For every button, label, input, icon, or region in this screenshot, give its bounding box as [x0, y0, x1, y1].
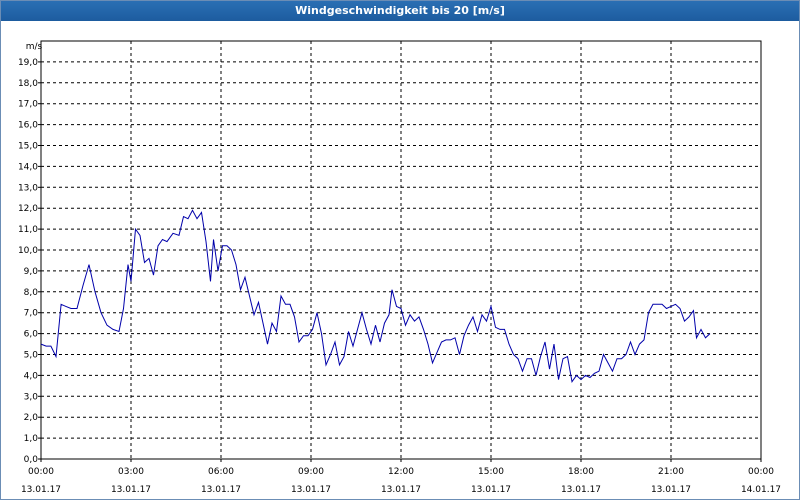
y-tick-label: 6,0 — [24, 330, 39, 340]
x-tick-date-label: 13.01.17 — [21, 485, 61, 495]
chart-title: Windgeschwindigkeit bis 20 [m/s] — [1, 1, 799, 21]
x-tick-time-label: 12:00 — [388, 467, 414, 477]
x-tick-time-label: 00:00 — [748, 467, 774, 477]
x-tick-time-label: 21:00 — [658, 467, 684, 477]
x-tick-date-label: 13.01.17 — [201, 485, 241, 495]
y-tick-label: 9,0 — [24, 267, 39, 277]
x-tick-date-label: 13.01.17 — [381, 485, 421, 495]
x-tick-time-label: 18:00 — [568, 467, 594, 477]
y-tick-label: 17,0 — [18, 100, 38, 110]
grid-lines — [41, 41, 761, 459]
x-tick-time-label: 03:00 — [118, 467, 144, 477]
series-group — [40, 209, 711, 383]
y-tick-label: 10,0 — [18, 246, 38, 256]
x-tick-time-label: 09:00 — [298, 467, 324, 477]
x-axis-ticks: 00:00 13.01.17 03:00 13.01.17 06:00 13.01.17 0… — [21, 459, 781, 495]
wind-speed-series-line — [40, 209, 711, 383]
x-tick-time-label: 15:00 — [478, 467, 504, 477]
x-tick-date-label: 13.01.17 — [471, 485, 511, 495]
x-tick-time-label: 00:00 — [28, 467, 54, 477]
y-tick-label: 3,0 — [24, 392, 39, 402]
y-tick-label: 5,0 — [24, 351, 39, 361]
y-tick-label: 19,0 — [18, 58, 38, 68]
y-axis-unit-label: m/s — [26, 42, 43, 52]
chart-area: m/s 0,0 1,0 2,0 3,0 4,0 5,0 6,0 7,0 8,0 9,0 10,0 11… — [1, 22, 799, 499]
x-tick-date-label: 13.01.17 — [291, 485, 331, 495]
y-tick-label: 11,0 — [18, 225, 38, 235]
x-tick-date-label: 14.01.17 — [741, 485, 781, 495]
y-tick-label: 2,0 — [24, 413, 39, 423]
y-tick-label: 16,0 — [18, 121, 38, 131]
y-tick-label: 14,0 — [18, 162, 38, 172]
chart-window: Windgeschwindigkeit bis 20 [m/s] m/s 0,0… — [0, 0, 800, 500]
x-tick-date-label: 13.01.17 — [651, 485, 691, 495]
y-tick-label: 0,0 — [24, 455, 39, 465]
y-tick-label: 1,0 — [24, 434, 39, 444]
y-tick-label: 18,0 — [18, 79, 38, 89]
y-tick-label: 12,0 — [18, 204, 38, 214]
x-tick-date-label: 13.01.17 — [561, 485, 601, 495]
y-tick-label: 13,0 — [18, 183, 38, 193]
y-tick-label: 4,0 — [24, 371, 39, 381]
wind-speed-chart: m/s 0,0 1,0 2,0 3,0 4,0 5,0 6,0 7,0 8,0 9,0 10,0 11… — [18, 40, 781, 495]
x-tick-time-label: 06:00 — [208, 467, 234, 477]
x-tick-date-label: 13.01.17 — [111, 485, 151, 495]
y-tick-label: 15,0 — [18, 142, 38, 152]
y-tick-label: 7,0 — [24, 309, 39, 319]
y-axis-ticks: 0,0 1,0 2,0 3,0 4,0 5,0 6,0 7,0 8,0 9,0 10,0 11,0 12… — [18, 58, 41, 465]
y-tick-label: 8,0 — [24, 288, 39, 298]
